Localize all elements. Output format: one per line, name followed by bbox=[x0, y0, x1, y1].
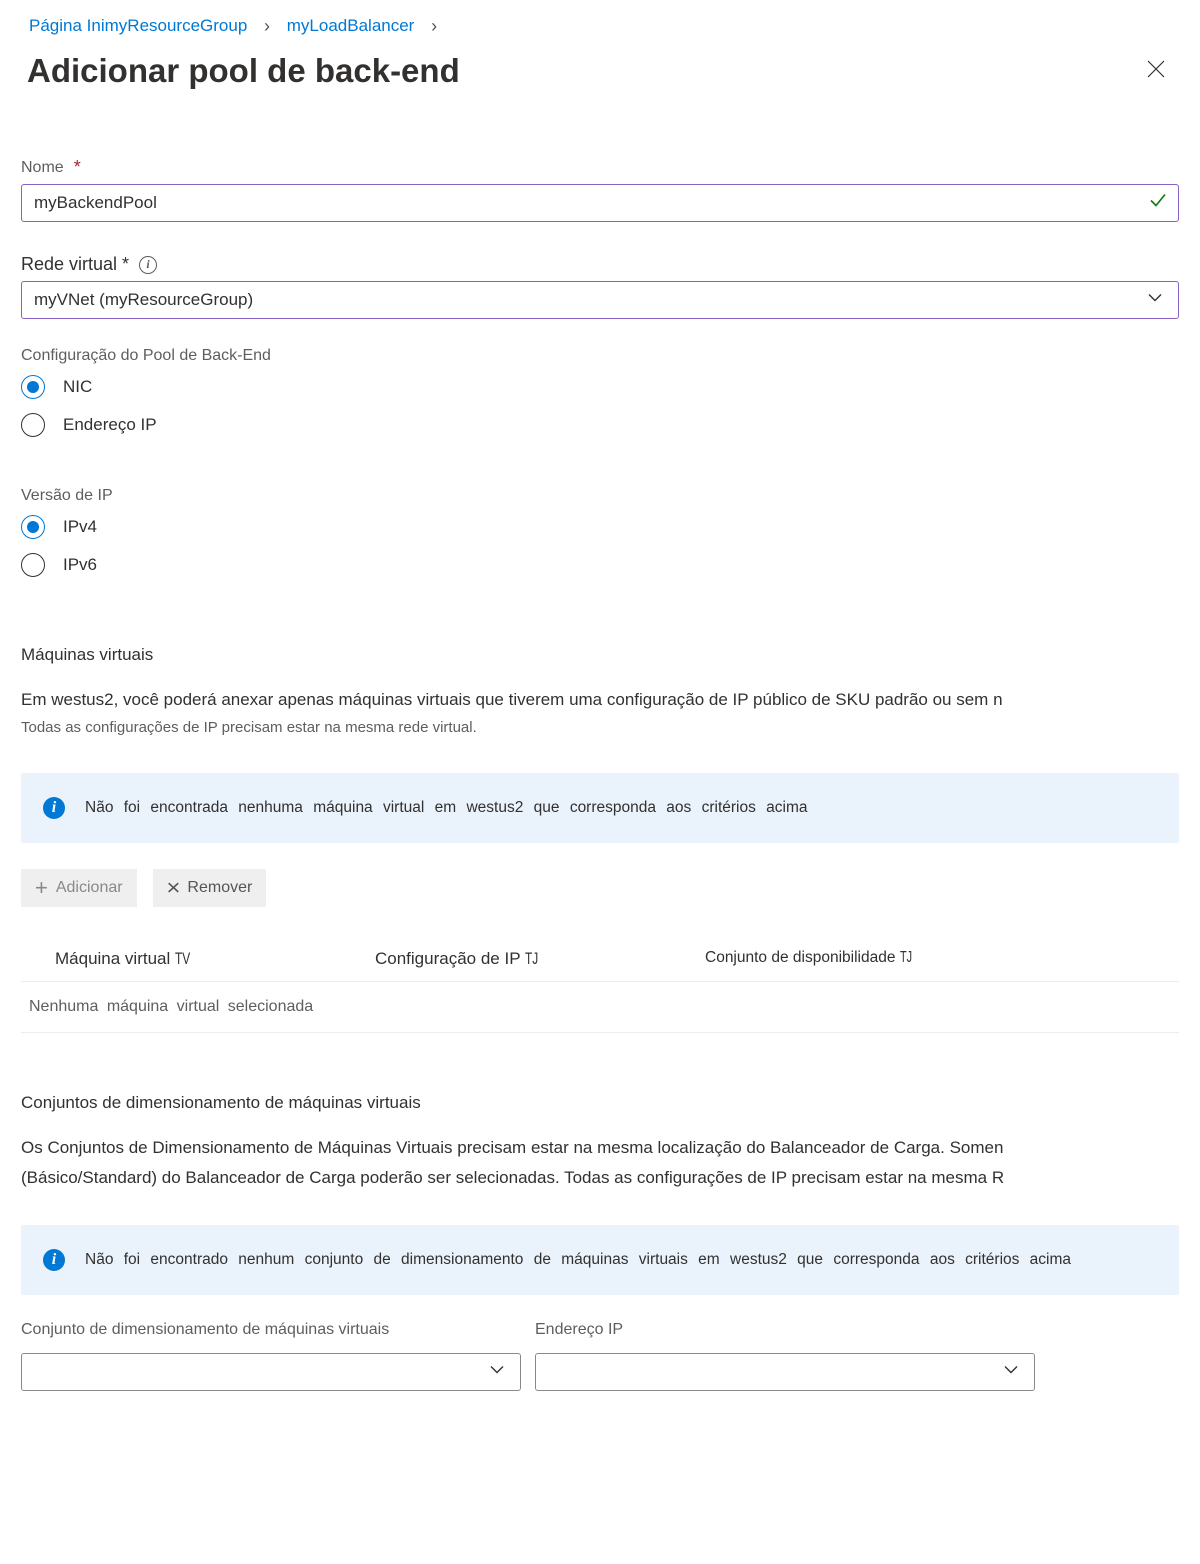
breadcrumb-loadbalancer[interactable]: myLoadBalancer bbox=[287, 16, 415, 35]
radio-label: Endereço IP bbox=[63, 415, 157, 435]
vmss-ip-select[interactable] bbox=[535, 1353, 1035, 1391]
vm-table-empty: Nenhuma máquina virtual selecionada bbox=[21, 982, 1179, 1033]
name-input[interactable] bbox=[21, 184, 1179, 222]
ipver-label: Versão de IP bbox=[21, 487, 1179, 505]
column-header-vm[interactable]: Máquina virtual TV bbox=[55, 949, 375, 969]
vmss-description: Os Conjuntos de Dimensionamento de Máqui… bbox=[21, 1135, 1179, 1161]
vmss-description-2: (Básico/Standard) do Balanceador de Carg… bbox=[21, 1165, 1179, 1191]
check-icon bbox=[1149, 192, 1167, 215]
page-title: Adicionar pool de back-end bbox=[27, 52, 460, 90]
ipver-option-v6[interactable]: IPv6 bbox=[21, 553, 1179, 577]
info-icon[interactable]: i bbox=[139, 256, 157, 274]
vm-description-2: Todas as configurações de IP precisam es… bbox=[21, 717, 1179, 739]
notice-text: Não foi encontrada nenhuma máquina virtu… bbox=[85, 799, 808, 817]
vmss-section-title: Conjuntos de dimensionamento de máquinas… bbox=[21, 1093, 1179, 1113]
radio-selected-icon bbox=[21, 515, 45, 539]
chevron-right-icon: › bbox=[419, 16, 449, 36]
info-icon: i bbox=[43, 1249, 65, 1271]
x-icon: × bbox=[166, 877, 180, 899]
ipver-option-v4[interactable]: IPv4 bbox=[21, 515, 1179, 539]
radio-label: IPv6 bbox=[63, 555, 97, 575]
close-icon bbox=[1147, 60, 1165, 78]
close-button[interactable] bbox=[1139, 51, 1173, 91]
required-icon: * bbox=[74, 157, 81, 178]
radio-icon bbox=[21, 553, 45, 577]
radio-selected-icon bbox=[21, 375, 45, 399]
chevron-down-icon bbox=[1147, 290, 1163, 311]
add-button[interactable]: + Adicionar bbox=[21, 869, 137, 907]
vm-table-header: Máquina virtual TV Configuração de IP TJ… bbox=[21, 943, 1179, 982]
breadcrumb-home[interactable]: Página InimyResourceGroup bbox=[29, 16, 247, 35]
vmss-col1-label: Conjunto de dimensionamento de máquinas … bbox=[21, 1321, 521, 1339]
vnet-label: Rede virtual * i bbox=[21, 254, 1179, 275]
notice-text: Não foi encontrado nenhum conjunto de di… bbox=[85, 1251, 1071, 1269]
vm-description: Em westus2, você poderá anexar apenas má… bbox=[21, 687, 1179, 713]
column-header-availset[interactable]: Conjunto de disponibilidade TJ bbox=[705, 949, 917, 969]
button-label: Adicionar bbox=[56, 879, 123, 897]
radio-icon bbox=[21, 413, 45, 437]
poolcfg-option-nic[interactable]: NIC bbox=[21, 375, 1179, 399]
vm-section-title: Máquinas virtuais bbox=[21, 645, 1179, 665]
radio-label: IPv4 bbox=[63, 517, 97, 537]
chevron-down-icon bbox=[489, 1362, 505, 1383]
vnet-select[interactable]: myVNet (myResourceGroup) bbox=[21, 281, 1179, 319]
plus-icon: + bbox=[35, 877, 48, 899]
radio-label: NIC bbox=[63, 377, 92, 397]
vmss-col2-label: Endereço IP bbox=[535, 1321, 1035, 1339]
chevron-right-icon: › bbox=[252, 16, 282, 36]
vm-info-notice: i Não foi encontrada nenhuma máquina vir… bbox=[21, 773, 1179, 843]
name-label: Nome* bbox=[21, 157, 1179, 178]
remove-button[interactable]: × Remover bbox=[153, 869, 267, 907]
vmss-info-notice: i Não foi encontrado nenhum conjunto de … bbox=[21, 1225, 1179, 1295]
chevron-down-icon bbox=[1003, 1362, 1019, 1383]
info-icon: i bbox=[43, 797, 65, 819]
vmss-select[interactable] bbox=[21, 1353, 521, 1391]
poolcfg-label: Configuração do Pool de Back-End bbox=[21, 347, 1179, 365]
poolcfg-option-ip[interactable]: Endereço IP bbox=[21, 413, 1179, 437]
button-label: Remover bbox=[187, 879, 252, 897]
breadcrumb: Página InimyResourceGroup › myLoadBalanc… bbox=[21, 0, 1179, 37]
column-header-ipconfig[interactable]: Configuração de IP TJ bbox=[375, 949, 705, 969]
